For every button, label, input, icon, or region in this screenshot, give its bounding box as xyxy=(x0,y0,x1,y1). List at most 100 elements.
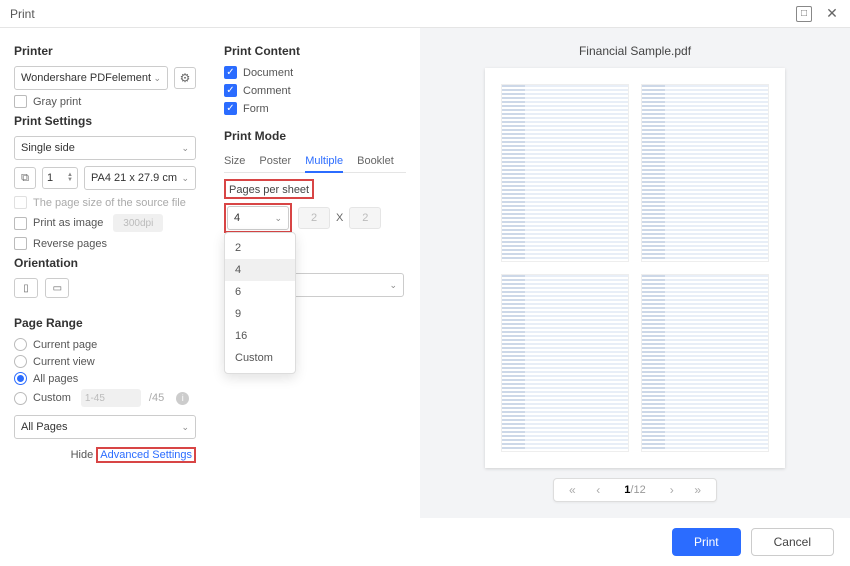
print-content-title: Print Content xyxy=(224,44,406,58)
current-view-row[interactable]: Current view xyxy=(14,355,196,368)
custom-range-input[interactable]: 1-45 xyxy=(81,389,141,407)
side-select[interactable]: Single side ⌄ xyxy=(14,136,196,160)
tab-poster[interactable]: Poster xyxy=(259,151,291,172)
info-icon[interactable]: i xyxy=(176,392,189,405)
current-page-radio[interactable] xyxy=(14,338,27,351)
preview-page-2 xyxy=(641,84,769,262)
form-checkbox[interactable]: ✓ xyxy=(224,102,237,115)
pps-option-2[interactable]: 2 xyxy=(225,237,295,259)
print-settings-title: Print Settings xyxy=(14,114,196,128)
print-button[interactable]: Print xyxy=(672,528,741,556)
gray-print-label: Gray print xyxy=(33,96,81,108)
left-panel: Printer Wondershare PDFelement ⌄ ⚙ Gray … xyxy=(0,28,210,518)
x-label: X xyxy=(336,212,343,224)
cancel-button[interactable]: Cancel xyxy=(751,528,834,556)
comment-label: Comment xyxy=(243,85,291,97)
pager: « ‹ 1/12 › » xyxy=(553,478,716,502)
window-controls: □ ✕ xyxy=(796,6,840,22)
all-pages-label: All pages xyxy=(33,373,78,385)
maximize-button[interactable]: □ xyxy=(796,6,812,22)
current-view-radio[interactable] xyxy=(14,355,27,368)
printer-section-title: Printer xyxy=(14,44,196,58)
copies-spinner[interactable]: 1 ▲▼ xyxy=(42,167,78,189)
pps-highlight: Pages per sheet xyxy=(224,179,314,199)
pps-option-custom[interactable]: Custom xyxy=(225,347,295,369)
all-pages-radio[interactable] xyxy=(14,372,27,385)
paper-select[interactable]: PA4 21 x 27.9 cm ⌄ xyxy=(84,166,196,190)
orientation-buttons: ▯ ▭ xyxy=(14,278,196,298)
pps-option-16[interactable]: 16 xyxy=(225,325,295,347)
subset-select[interactable]: All Pages ⌄ xyxy=(14,415,196,439)
preview-sheet xyxy=(485,68,785,468)
titlebar: Print □ ✕ xyxy=(0,0,850,28)
current-page-row[interactable]: Current page xyxy=(14,338,196,351)
advanced-settings-link[interactable]: Advanced Settings xyxy=(100,449,192,461)
source-size-label: The page size of the source file xyxy=(33,197,186,209)
subset-value: All Pages xyxy=(21,421,67,433)
preview-panel: Financial Sample.pdf « ‹ 1/12 › » xyxy=(420,28,850,518)
spinner-arrows[interactable]: ▲▼ xyxy=(67,173,73,183)
printer-selected: Wondershare PDFelement xyxy=(21,72,151,84)
tab-multiple[interactable]: Multiple xyxy=(305,151,343,173)
chevron-down-icon: ⌄ xyxy=(181,173,189,184)
print-image-label: Print as image xyxy=(33,217,103,229)
pager-first[interactable]: « xyxy=(562,483,582,497)
pager-text: 1/12 xyxy=(614,484,655,496)
pager-next[interactable]: › xyxy=(662,483,682,497)
printer-settings-button[interactable]: ⚙ xyxy=(174,67,196,89)
copies-icon[interactable]: ⧉ xyxy=(14,167,36,189)
print-image-checkbox[interactable] xyxy=(14,217,27,230)
window-title: Print xyxy=(10,7,35,21)
advanced-highlight: Advanced Settings xyxy=(96,447,196,463)
comment-row[interactable]: ✓ Comment xyxy=(224,84,406,97)
total-pages: /45 xyxy=(149,392,164,404)
form-row[interactable]: ✓ Form xyxy=(224,102,406,115)
orientation-title: Orientation xyxy=(14,256,196,270)
document-row[interactable]: ✓ Document xyxy=(224,66,406,79)
middle-panel: Print Content ✓ Document ✓ Comment ✓ For… xyxy=(210,28,420,518)
hide-text: Hide xyxy=(71,449,94,461)
pps-option-9[interactable]: 9 xyxy=(225,303,295,325)
gear-icon: ⚙ xyxy=(180,71,191,85)
chevron-down-icon: ⌄ xyxy=(274,213,282,224)
custom-range-row[interactable]: Custom 1-45 /45 i xyxy=(14,389,196,407)
pps-option-6[interactable]: 6 xyxy=(225,281,295,303)
side-value: Single side xyxy=(21,142,75,154)
footer: Print Cancel xyxy=(0,518,850,566)
dpi-box: 300dpi xyxy=(113,214,163,232)
page-range-title: Page Range xyxy=(14,316,196,330)
document-checkbox[interactable]: ✓ xyxy=(224,66,237,79)
gray-print-row[interactable]: Gray print xyxy=(14,95,196,108)
tab-size[interactable]: Size xyxy=(224,151,245,172)
custom-range-radio[interactable] xyxy=(14,392,27,405)
pps-option-4[interactable]: 4 xyxy=(225,259,295,281)
main-area: Printer Wondershare PDFelement ⌄ ⚙ Gray … xyxy=(0,28,850,518)
pager-prev[interactable]: ‹ xyxy=(588,483,608,497)
paper-value: PA4 21 x 27.9 cm xyxy=(91,172,177,184)
pps-select[interactable]: 4 ⌄ xyxy=(227,206,289,230)
custom-range-label: Custom xyxy=(33,392,71,404)
printer-row: Wondershare PDFelement ⌄ ⚙ xyxy=(14,66,196,90)
copies-value: 1 xyxy=(47,172,53,184)
pps-dropdown: 2 4 6 9 16 Custom xyxy=(224,232,296,374)
reverse-row[interactable]: Reverse pages xyxy=(14,237,196,250)
grid-cols: 2 xyxy=(298,207,330,229)
source-size-checkbox[interactable] xyxy=(14,196,27,209)
source-size-row: The page size of the source file xyxy=(14,196,196,209)
all-pages-row[interactable]: All pages xyxy=(14,372,196,385)
print-mode-title: Print Mode xyxy=(224,129,406,143)
comment-checkbox[interactable]: ✓ xyxy=(224,84,237,97)
gray-print-checkbox[interactable] xyxy=(14,95,27,108)
preview-page-1 xyxy=(501,84,629,262)
tab-booklet[interactable]: Booklet xyxy=(357,151,394,172)
portrait-button[interactable]: ▯ xyxy=(14,278,38,298)
chevron-down-icon: ⌄ xyxy=(389,280,397,291)
landscape-button[interactable]: ▭ xyxy=(45,278,69,298)
pager-last[interactable]: » xyxy=(688,483,708,497)
reverse-label: Reverse pages xyxy=(33,238,107,250)
reverse-checkbox[interactable] xyxy=(14,237,27,250)
document-label: Document xyxy=(243,67,293,79)
close-button[interactable]: ✕ xyxy=(824,6,840,22)
printer-select[interactable]: Wondershare PDFelement ⌄ xyxy=(14,66,168,90)
print-image-row[interactable]: Print as image 300dpi xyxy=(14,214,196,232)
